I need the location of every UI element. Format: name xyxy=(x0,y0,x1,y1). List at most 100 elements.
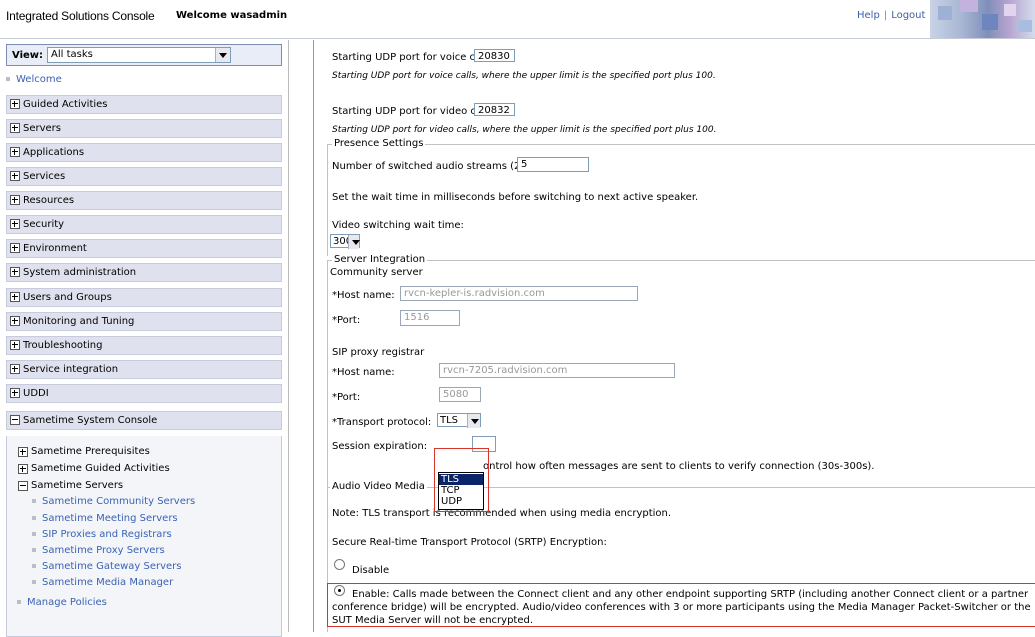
help-link[interactable]: Help xyxy=(857,10,880,21)
chevron-down-icon[interactable] xyxy=(467,414,480,428)
collapse-icon[interactable] xyxy=(18,481,28,491)
link-sip-proxies-and-registrars[interactable]: SIP Proxies and Registrars xyxy=(32,529,172,540)
subitem-label: Sametime Guided Activities xyxy=(31,463,170,474)
srtp-label: Secure Real-time Transport Protocol (SRT… xyxy=(332,537,607,548)
app-title: Integrated Solutions Console xyxy=(6,9,155,23)
sidebar-item-sametime-system-console[interactable]: Sametime System Console xyxy=(6,411,282,430)
expand-icon[interactable] xyxy=(10,219,20,229)
expand-icon[interactable] xyxy=(10,195,20,205)
wait-time-select[interactable]: 3000 xyxy=(330,234,360,249)
presence-legend: Presence Settings xyxy=(332,138,426,149)
pane-splitter[interactable] xyxy=(288,40,289,632)
transport-protocol-label: *Transport protocol: xyxy=(332,417,432,428)
content-border xyxy=(313,40,314,632)
sidebar-item-label: Users and Groups xyxy=(23,292,112,303)
bullet-icon xyxy=(32,532,36,536)
chevron-down-icon[interactable] xyxy=(348,235,360,249)
sidebar-item-label: Guided Activities xyxy=(23,99,108,110)
sidebar-item-troubleshooting[interactable]: Troubleshooting xyxy=(6,336,282,355)
expand-icon[interactable] xyxy=(10,316,20,326)
sidebar-item-label: Sametime System Console xyxy=(23,415,158,426)
link-manage-policies[interactable]: Manage Policies xyxy=(17,597,107,608)
transport-protocol-select[interactable]: TLS xyxy=(437,413,481,428)
sidebar-item-monitoring-and-tuning[interactable]: Monitoring and Tuning xyxy=(6,312,282,331)
sidebar-item-label: System administration xyxy=(23,267,137,278)
udp-voice-input[interactable]: 20830 xyxy=(474,49,515,62)
sidebar-item-resources[interactable]: Resources xyxy=(6,191,282,210)
expand-icon[interactable] xyxy=(10,99,20,109)
srtp-enable-radio[interactable] xyxy=(334,585,345,596)
view-select-value: All tasks xyxy=(51,49,93,60)
sip-port-input[interactable]: 5080 xyxy=(439,387,481,402)
sidebar-item-environment[interactable]: Environment xyxy=(6,239,282,258)
logout-link[interactable]: Logout xyxy=(891,10,925,21)
expand-icon[interactable] xyxy=(10,388,20,398)
sidebar-item-security[interactable]: Security xyxy=(6,215,282,234)
sidebar-item-label: Environment xyxy=(23,243,87,254)
chevron-down-icon[interactable] xyxy=(215,48,230,62)
leaf-label: Sametime Meeting Servers xyxy=(42,513,178,524)
link-sametime-gateway-servers[interactable]: Sametime Gateway Servers xyxy=(32,561,182,572)
session-expiration-label: Session expiration: xyxy=(332,441,428,452)
sip-registrar-title: SIP proxy registrar xyxy=(332,347,425,358)
expand-icon[interactable] xyxy=(10,267,20,277)
audio-streams-label: Number of switched audio streams (2-16): xyxy=(332,161,544,172)
sidebar-item-label: Troubleshooting xyxy=(23,340,103,351)
option-tls[interactable]: TLS xyxy=(439,474,483,485)
sidebar-item-welcome[interactable]: Welcome xyxy=(6,74,62,85)
sidebar-item-services[interactable]: Services xyxy=(6,167,282,186)
link-sametime-proxy-servers[interactable]: Sametime Proxy Servers xyxy=(32,545,165,556)
av-media-legend: Audio Video Media xyxy=(330,481,427,492)
sidebar-item-label: Security xyxy=(23,219,65,230)
sidebar-item-servers[interactable]: Servers xyxy=(6,119,282,138)
srtp-enable-line2: conference bridge) will be encrypted. Au… xyxy=(332,602,1031,613)
sidebar-item-service-integration[interactable]: Service integration xyxy=(6,360,282,379)
srtp-disable-radio[interactable] xyxy=(334,559,345,570)
expand-icon[interactable] xyxy=(10,340,20,350)
sidebar-item-applications[interactable]: Applications xyxy=(6,143,282,162)
udp-video-input[interactable]: 20832 xyxy=(474,103,515,116)
expand-icon[interactable] xyxy=(10,171,20,181)
expand-icon[interactable] xyxy=(10,292,20,302)
sidebar-item-label: Applications xyxy=(23,147,85,158)
community-host-label: *Host name: xyxy=(332,290,395,301)
welcome-user-text: Welcome wasadmin xyxy=(176,10,288,21)
sidebar-item-label: Resources xyxy=(23,195,75,206)
community-host-input[interactable]: rvcn-kepler-is.radvision.com xyxy=(400,286,638,301)
wait-time-description: Set the wait time in milliseconds before… xyxy=(332,192,699,203)
expand-icon[interactable] xyxy=(10,147,20,157)
sametime-subtree: Sametime Prerequisites Sametime Guided A… xyxy=(6,436,282,637)
srtp-disable-label: Disable xyxy=(352,565,390,576)
link-sametime-community-servers[interactable]: Sametime Community Servers xyxy=(32,496,195,507)
sidebar-item-uddi[interactable]: UDDI xyxy=(6,384,282,403)
sidebar-item-label: Servers xyxy=(23,123,62,134)
link-sametime-media-manager[interactable]: Sametime Media Manager xyxy=(32,577,173,588)
sidebar-item-guided-activities[interactable]: Guided Activities xyxy=(6,95,282,114)
option-tcp[interactable]: TCP xyxy=(439,485,483,496)
udp-voice-help: Starting UDP port for voice calls, where… xyxy=(332,71,716,81)
option-udp[interactable]: UDP xyxy=(439,496,483,507)
link-sametime-meeting-servers[interactable]: Sametime Meeting Servers xyxy=(32,513,178,524)
sidebar-item-users-and-groups[interactable]: Users and Groups xyxy=(6,288,282,307)
expand-icon[interactable] xyxy=(18,464,28,474)
sidebar-item-system-administration[interactable]: System administration xyxy=(6,263,282,282)
leaf-label: Sametime Proxy Servers xyxy=(42,545,165,556)
expand-icon[interactable] xyxy=(10,243,20,253)
server-integration-border-left xyxy=(327,260,328,520)
sip-host-input[interactable]: rvcn-7205.radvision.com xyxy=(439,363,675,378)
leaf-label: Sametime Media Manager xyxy=(42,577,174,588)
expand-icon[interactable] xyxy=(18,447,28,457)
sidebar-item-label: Monitoring and Tuning xyxy=(23,316,135,327)
collapse-icon[interactable] xyxy=(10,415,20,425)
navigation-sidebar: View: All tasks Welcome Guided Activitie… xyxy=(6,44,282,637)
transport-protocol-options[interactable]: TLS TCP UDP xyxy=(438,472,484,510)
audio-streams-input[interactable]: 5 xyxy=(517,157,589,172)
community-port-input[interactable]: 1516 xyxy=(400,310,460,326)
view-select[interactable]: All tasks xyxy=(47,47,231,63)
expand-icon[interactable] xyxy=(10,364,20,374)
server-integration-border xyxy=(327,260,1035,261)
srtp-enable-line1: Enable: Calls made between the Connect c… xyxy=(352,589,1029,600)
expand-icon[interactable] xyxy=(10,123,20,133)
server-integration-legend: Server Integration xyxy=(332,254,428,265)
sip-host-label: *Host name: xyxy=(332,367,395,378)
